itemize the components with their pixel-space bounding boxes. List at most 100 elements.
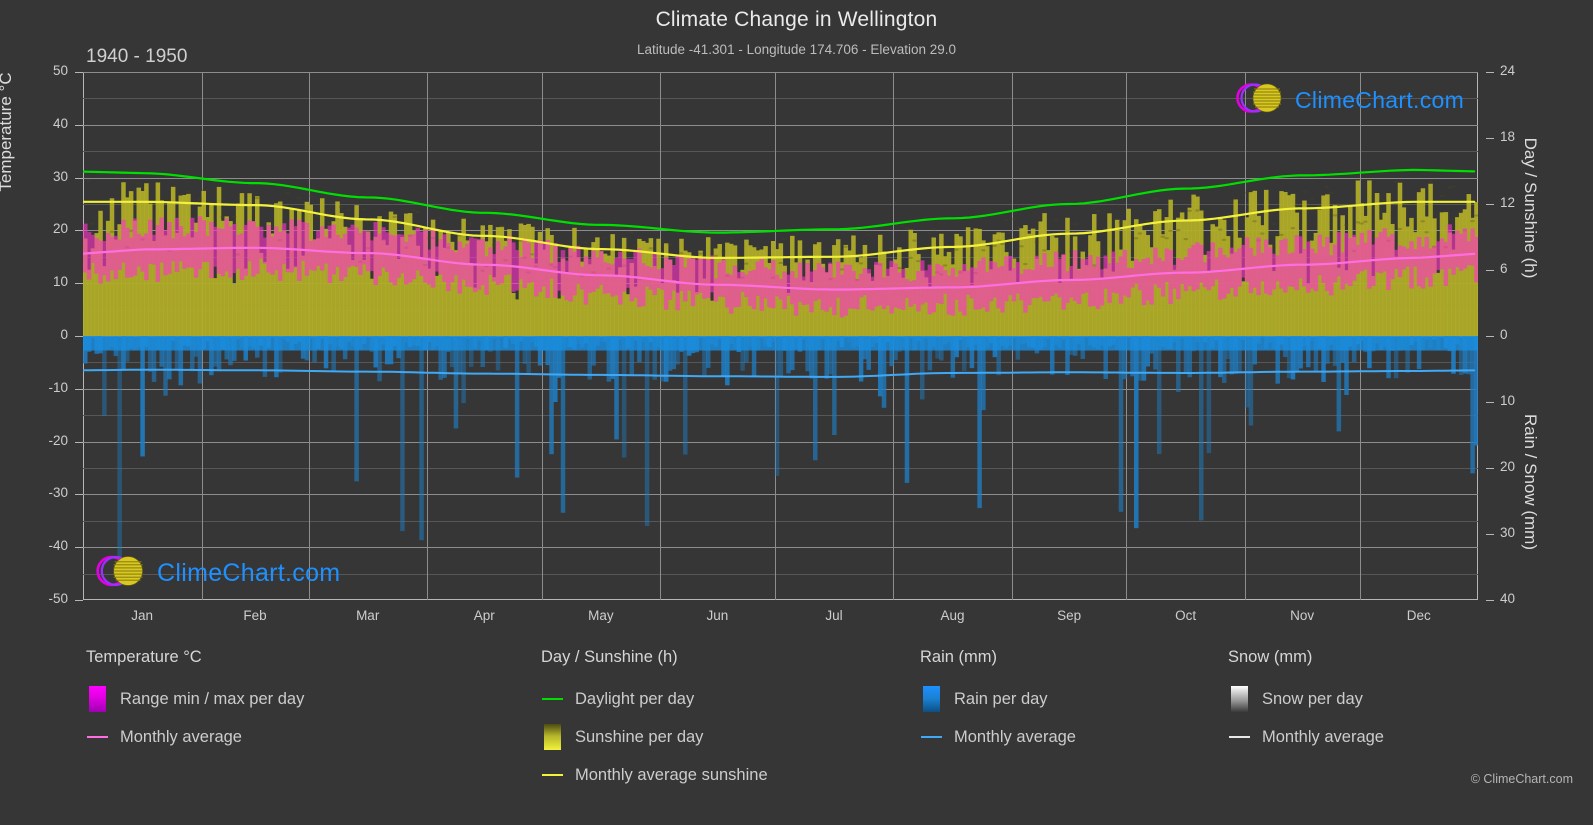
legend-gradient-swatch xyxy=(922,686,940,712)
sunshine-day-texture xyxy=(1019,245,1024,248)
sunshine-day-texture xyxy=(1271,223,1276,226)
legend-item-label: Monthly average xyxy=(120,727,242,746)
y-axis-right-tick-label: 18 xyxy=(1500,129,1516,144)
y-axis-right-tick-label: 6 xyxy=(1500,261,1508,276)
sunshine-day-texture xyxy=(1344,223,1349,226)
legend-column-title: Snow (mm) xyxy=(1228,648,1313,666)
rain-day-bar xyxy=(614,336,619,440)
rain-day-bar xyxy=(400,336,405,532)
rain-day-bar xyxy=(812,336,818,461)
sunshine-day-texture xyxy=(1393,180,1399,183)
sunshine-day-texture xyxy=(1252,220,1257,223)
sunshine-day-texture xyxy=(327,222,332,225)
sunshine-day-texture xyxy=(1069,250,1074,253)
rain-day-bar xyxy=(904,336,910,483)
sunshine-day-texture xyxy=(1382,199,1387,202)
legend-item-label: Range min / max per day xyxy=(120,689,305,708)
y-axis-tick-mark xyxy=(75,336,83,337)
sunshine-day-texture xyxy=(1015,226,1020,229)
x-axis-tick-label: Oct xyxy=(1175,608,1197,623)
sunshine-day-texture xyxy=(1359,222,1364,225)
sunshine-day-texture xyxy=(1160,235,1165,238)
x-axis-tick-label: Aug xyxy=(940,608,965,623)
legend-column: Day / Sunshine (h) Daylight per day Sunshi… xyxy=(541,648,768,794)
legend-item[interactable]: Monthly average sunshine xyxy=(541,756,768,794)
y-axis-right-tick-mark xyxy=(1486,534,1494,535)
sunshine-day-texture xyxy=(1195,209,1200,212)
rain-day-bar xyxy=(117,336,122,580)
sunshine-day-texture xyxy=(1210,222,1215,225)
y-axis-tick-label: -20 xyxy=(48,432,68,448)
sunshine-day-texture xyxy=(1420,220,1425,223)
sunshine-day-texture xyxy=(1168,229,1173,232)
legend-item[interactable]: Rain per day xyxy=(920,680,1076,718)
sunshine-day-texture xyxy=(232,215,237,218)
sunshine-day-texture xyxy=(1229,199,1234,202)
rain-day-bar xyxy=(140,336,145,457)
legend-item-label: Rain per day xyxy=(954,689,1048,708)
x-axis-tick-label: Feb xyxy=(243,608,267,623)
sunshine-day-texture xyxy=(1244,191,1250,194)
rain-day-bar xyxy=(419,336,424,541)
y-axis-right-tick-label: 12 xyxy=(1500,195,1516,210)
sunshine-day-texture xyxy=(950,250,955,253)
sunshine-day-texture xyxy=(858,262,864,265)
sunshine-day-texture xyxy=(197,197,202,200)
y-axis-tick-mark xyxy=(75,124,83,126)
sunshine-day-texture xyxy=(1053,218,1058,221)
sunshine-day-texture xyxy=(1007,231,1013,234)
sunshine-day-texture xyxy=(866,233,871,236)
rain-day-bar xyxy=(644,336,650,526)
sunshine-day-texture xyxy=(1275,233,1280,236)
sunshine-day-texture xyxy=(1034,240,1039,243)
rain-day-bar xyxy=(354,336,359,482)
rain-day-bar xyxy=(1156,336,1162,455)
sunshine-day-texture xyxy=(499,225,504,228)
legend-item[interactable]: Monthly average xyxy=(920,718,1076,756)
sunshine-day-texture xyxy=(1057,249,1062,252)
legend-item[interactable]: Sunshine per day xyxy=(541,718,768,756)
sunshine-day-texture xyxy=(136,182,141,185)
legend-item[interactable]: Daylight per day xyxy=(541,680,768,718)
sunshine-day-texture xyxy=(931,228,936,231)
legend-line-holder xyxy=(86,724,108,750)
sunshine-day-texture xyxy=(1447,186,1452,189)
y-axis-tick-label: -50 xyxy=(48,591,68,606)
legend-gradient-swatch xyxy=(1230,686,1248,712)
y-axis-tick-label: 50 xyxy=(52,63,68,78)
legend-item[interactable]: Monthly average xyxy=(86,718,304,756)
legend-item[interactable]: Monthly average xyxy=(1228,718,1384,756)
y-axis-tick-label: 40 xyxy=(52,115,68,131)
sunshine-day-texture xyxy=(308,195,313,198)
sunshine-day-texture xyxy=(667,243,672,246)
sunshine-day-texture xyxy=(411,209,416,212)
sunshine-day-texture xyxy=(698,252,703,255)
sunshine-day-texture xyxy=(109,230,114,233)
legend-line-swatch xyxy=(920,736,942,738)
y-axis-right-tick-label: 0 xyxy=(1500,327,1508,342)
period-label: 1940 - 1950 xyxy=(86,46,188,67)
legend-line-holder xyxy=(541,686,563,712)
climate-chart-plot[interactable] xyxy=(83,72,1478,600)
temperature-day-bar xyxy=(1474,236,1478,283)
sunshine-day-texture xyxy=(469,223,474,226)
legend-item[interactable]: Snow per day xyxy=(1228,680,1384,718)
chart-legend: Temperature °C Range min / max per day Mon… xyxy=(0,648,1593,808)
sunshine-day-texture xyxy=(1302,190,1307,193)
y-axis-tick-mark xyxy=(75,494,83,496)
sunshine-day-texture xyxy=(1218,228,1223,231)
page-title: Climate Change in Wellington xyxy=(655,8,938,31)
rain-day-bar xyxy=(1474,336,1478,446)
sunshine-day-texture xyxy=(297,197,302,200)
x-axis-tick-label: Apr xyxy=(473,608,495,623)
sunshine-day-texture xyxy=(1290,227,1295,230)
sunshine-day-texture xyxy=(778,261,783,264)
sunshine-day-texture xyxy=(782,238,787,241)
legend-item[interactable]: Range min / max per day xyxy=(86,680,304,718)
sunshine-day-texture xyxy=(90,222,95,225)
rain-day-bar xyxy=(832,336,837,435)
sunshine-day-texture xyxy=(969,255,974,258)
sunshine-day-texture xyxy=(1000,243,1005,246)
sunshine-day-texture xyxy=(1072,223,1078,226)
legend-line-swatch xyxy=(541,698,563,700)
